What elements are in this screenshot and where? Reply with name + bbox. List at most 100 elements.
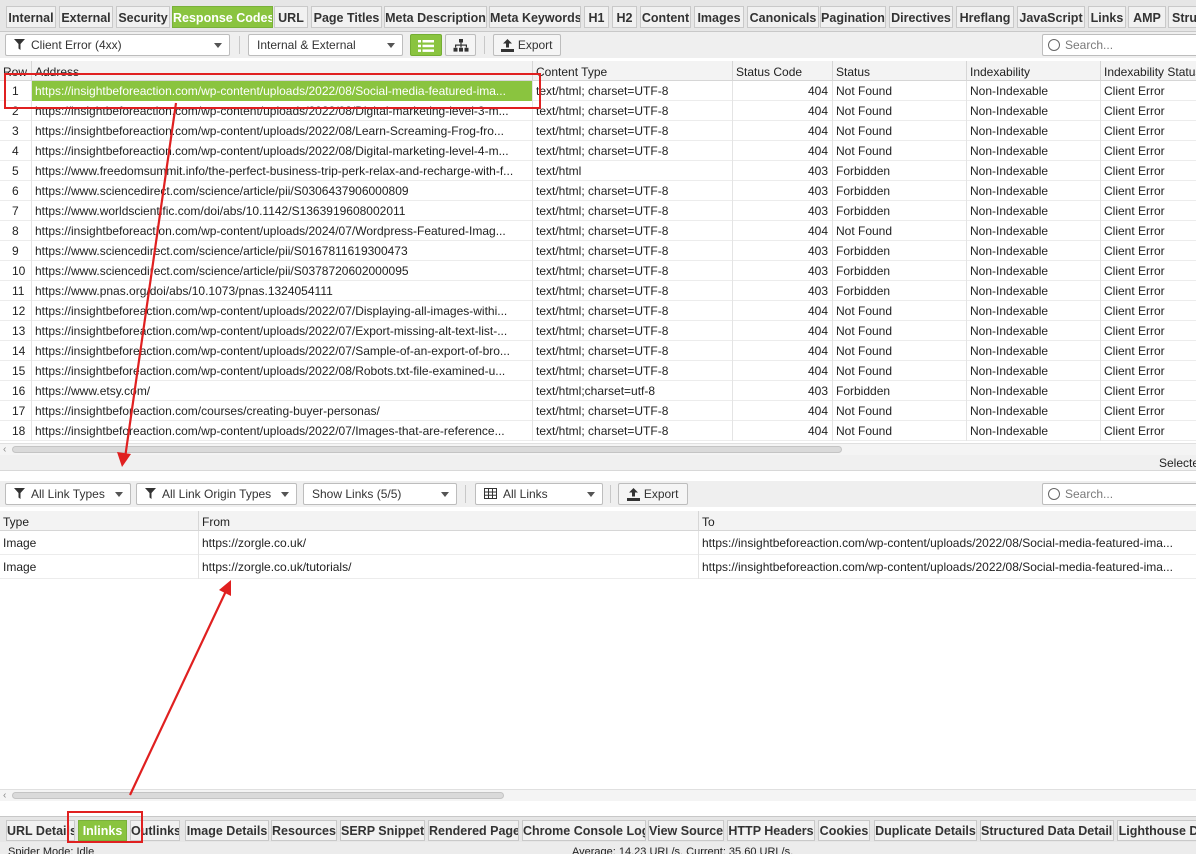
horizontal-scrollbar[interactable]: ‹	[0, 443, 1196, 455]
column-header-status-code[interactable]: Status Code	[733, 61, 833, 81]
bottom-tab-duplicate-details[interactable]: Duplicate Details	[874, 820, 977, 841]
cell-address: https://insightbeforeaction.com/wp-conte…	[32, 101, 533, 121]
scroll-thumb[interactable]	[12, 792, 504, 799]
link-origin-types-dropdown[interactable]: All Link Origin Types	[136, 483, 297, 505]
column-header-indexability[interactable]: Indexability	[967, 61, 1101, 81]
column-header-address[interactable]: Address	[32, 61, 533, 81]
cell-status: Not Found	[833, 121, 967, 141]
column-header-to[interactable]: To	[699, 511, 1196, 531]
column-header-indexability-status[interactable]: Indexability Status	[1101, 61, 1196, 81]
cell-indexability: Non-Indexable	[967, 241, 1101, 261]
list-view-button[interactable]	[410, 34, 442, 56]
table-row[interactable]: 8 https://insightbeforeaction.com/wp-cont…	[0, 221, 1196, 241]
column-header-type[interactable]: Type	[0, 511, 199, 531]
table-row[interactable]: 10 https://www.sciencedirect.com/science/…	[0, 261, 1196, 281]
bottom-tab-http-headers[interactable]: HTTP Headers	[727, 820, 815, 841]
bottom-tab-chrome-console-log[interactable]: Chrome Console Log	[522, 820, 646, 841]
tab-h1[interactable]: H1	[584, 6, 609, 28]
show-links-dropdown[interactable]: Show Links (5/5)	[303, 483, 457, 505]
inlinks-search-input[interactable]: Search...	[1042, 483, 1196, 505]
link-origin-types-label: All Link Origin Types	[162, 487, 272, 501]
bottom-tab-image-details[interactable]: Image Details	[185, 820, 269, 841]
cell-content-type: text/html; charset=UTF-8	[533, 341, 733, 361]
bottom-tab-view-source[interactable]: View Source	[648, 820, 724, 841]
cell-status: Not Found	[833, 141, 967, 161]
tab-links[interactable]: Links	[1088, 6, 1126, 28]
bottom-tab-structured-data-details[interactable]: Structured Data Details	[980, 820, 1114, 841]
cell-status: Not Found	[833, 221, 967, 241]
table-row[interactable]: 9 https://www.sciencedirect.com/science/a…	[0, 241, 1196, 261]
lower-toolbar: All Link Types All Link Origin Types Sho…	[0, 481, 1196, 507]
inlinks-export-button[interactable]: Export	[618, 483, 688, 505]
column-header-status[interactable]: Status	[833, 61, 967, 81]
column-header-row[interactable]: Row	[0, 61, 32, 81]
tab-hreflang[interactable]: Hreflang	[956, 6, 1014, 28]
table-row[interactable]: 4 https://insightbeforeaction.com/wp-cont…	[0, 141, 1196, 161]
tab-h2[interactable]: H2	[612, 6, 637, 28]
tab-internal[interactable]: Internal	[6, 6, 56, 28]
cell-row: 10	[0, 261, 32, 281]
tab-amp[interactable]: AMP	[1128, 6, 1166, 28]
bottom-tab-resources[interactable]: Resources	[271, 820, 337, 841]
tab-meta-keywords[interactable]: Meta Keywords	[489, 6, 581, 28]
table-row[interactable]: 2 https://insightbeforeaction.com/wp-cont…	[0, 101, 1196, 121]
tab-url[interactable]: URL	[274, 6, 308, 28]
bottom-tab-inlinks[interactable]: Inlinks	[78, 820, 127, 841]
tab-directives[interactable]: Directives	[889, 6, 953, 28]
all-links-dropdown[interactable]: All Links	[475, 483, 603, 505]
search-input[interactable]: Search...	[1042, 34, 1196, 56]
bottom-tab-rendered-page[interactable]: Rendered Page	[428, 820, 519, 841]
tab-external[interactable]: External	[59, 6, 113, 28]
table-row[interactable]: 5 https://www.freedomsummit.info/the-perf…	[0, 161, 1196, 181]
table-row[interactable]: 13 https://insightbeforeaction.com/wp-con…	[0, 321, 1196, 341]
table-row[interactable]: 1 https://insightbeforeaction.com/wp-cont…	[0, 81, 1196, 101]
cell-address: https://www.freedomsummit.info/the-perfe…	[32, 161, 533, 181]
tree-view-button[interactable]	[445, 34, 476, 56]
table-row[interactable]: 6 https://www.sciencedirect.com/science/a…	[0, 181, 1196, 201]
table-row[interactable]: 16 https://www.etsy.com/text/html;charset…	[0, 381, 1196, 401]
funnel-icon	[14, 485, 25, 504]
table-row[interactable]: 17 https://insightbeforeaction.com/course…	[0, 401, 1196, 421]
tab-page-titles[interactable]: Page Titles	[311, 6, 382, 28]
table-row[interactable]: 15 https://insightbeforeaction.com/wp-con…	[0, 361, 1196, 381]
scroll-left-icon[interactable]: ‹	[3, 444, 6, 455]
bottom-tab-cookies[interactable]: Cookies	[818, 820, 870, 841]
table-row[interactable]: 3 https://insightbeforeaction.com/wp-cont…	[0, 121, 1196, 141]
table-row[interactable]: Image https://zorgle.co.uk/tutorials/http…	[0, 555, 1196, 579]
table-row[interactable]: 12 https://insightbeforeaction.com/wp-con…	[0, 301, 1196, 321]
table-row[interactable]: 11 https://www.pnas.org/doi/abs/10.1073/p…	[0, 281, 1196, 301]
column-header-content-type[interactable]: Content Type	[533, 61, 733, 81]
tab-security[interactable]: Security	[116, 6, 170, 28]
table-row[interactable]: 7 https://www.worldscientific.com/doi/abs…	[0, 201, 1196, 221]
scope-dropdown[interactable]: Internal & External	[248, 34, 403, 56]
cell-indexability: Non-Indexable	[967, 401, 1101, 421]
scroll-left-icon[interactable]: ‹	[3, 790, 6, 801]
tab-meta-description[interactable]: Meta Description	[384, 6, 487, 28]
cell-row: 18	[0, 421, 32, 441]
bottom-tab-lighthouse-de[interactable]: Lighthouse De	[1117, 820, 1196, 841]
tab-canonicals[interactable]: Canonicals	[747, 6, 819, 28]
tab-content[interactable]: Content	[640, 6, 691, 28]
table-row[interactable]: Image https://zorgle.co.uk/https://insigh…	[0, 531, 1196, 555]
tab-javascript[interactable]: JavaScript	[1017, 6, 1085, 28]
horizontal-scrollbar[interactable]: ‹	[0, 789, 1196, 801]
cell-status-code: 403	[733, 281, 833, 301]
cell-row: 2	[0, 101, 32, 121]
scroll-thumb[interactable]	[12, 446, 842, 453]
crawl-rate-status: Average: 14.23 URL/s. Current: 35.60 URL…	[572, 846, 794, 854]
table-row[interactable]: 18 https://insightbeforeaction.com/wp-con…	[0, 421, 1196, 441]
column-header-from[interactable]: From	[199, 511, 699, 531]
tab-response-codes[interactable]: Response Codes	[172, 6, 273, 28]
table-header: Type From To	[0, 511, 1196, 531]
bottom-tab-outlinks[interactable]: Outlinks	[130, 820, 180, 841]
bottom-tab-serp-snippet[interactable]: SERP Snippet	[340, 820, 425, 841]
table-row[interactable]: 14 https://insightbeforeaction.com/wp-con…	[0, 341, 1196, 361]
tab-images[interactable]: Images	[694, 6, 744, 28]
tab-pagination[interactable]: Pagination	[820, 6, 886, 28]
export-button[interactable]: Export	[493, 34, 561, 56]
filter-dropdown[interactable]: Client Error (4xx)	[5, 34, 230, 56]
cell-content-type: text/html; charset=UTF-8	[533, 181, 733, 201]
tab-struc[interactable]: Struc	[1168, 6, 1196, 28]
link-types-dropdown[interactable]: All Link Types	[5, 483, 131, 505]
bottom-tab-url-details[interactable]: URL Details	[6, 820, 75, 841]
